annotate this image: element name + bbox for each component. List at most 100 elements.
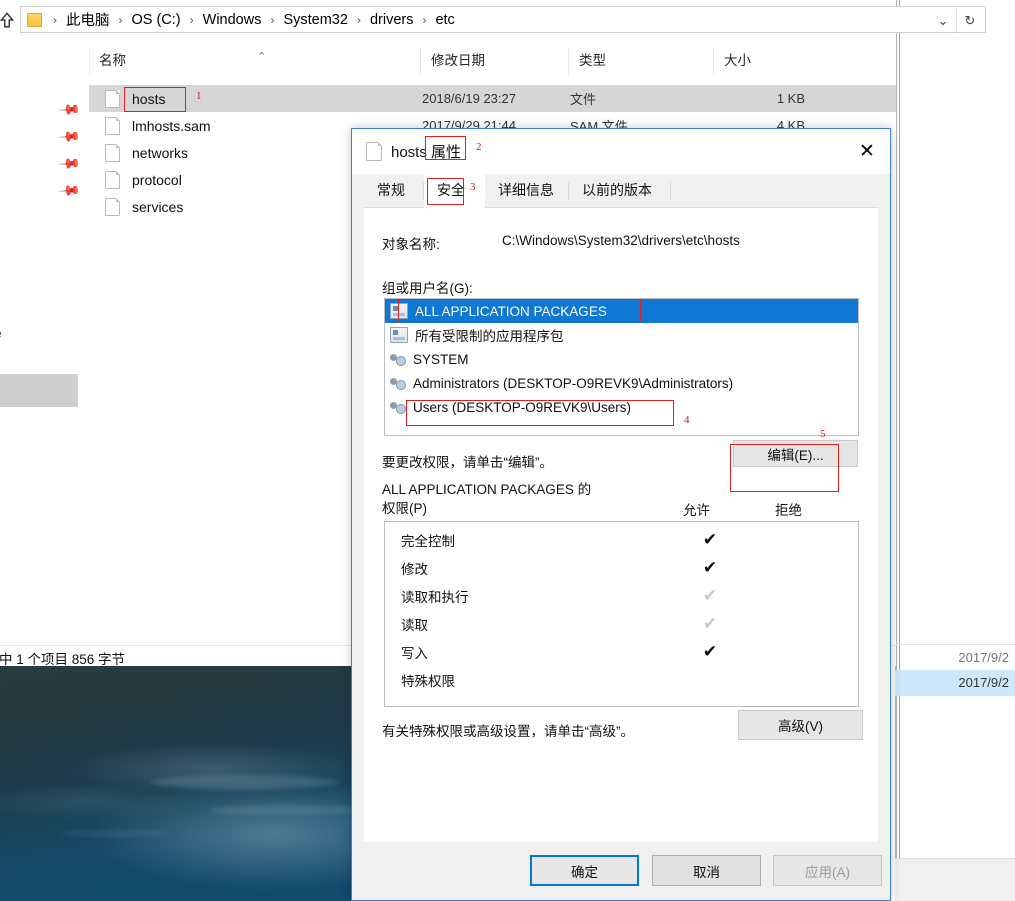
file-size: 1 KB <box>776 91 805 106</box>
permission-name: 读取和执行 <box>401 590 469 605</box>
chevron-down-icon[interactable]: ⌄ <box>930 8 956 33</box>
advanced-button-label: 高级(V) <box>778 719 823 734</box>
allow-check-icon[interactable]: ✔ <box>695 555 725 581</box>
dialog-title-bar: hosts 属性 ✕ <box>352 129 890 174</box>
permission-row[interactable]: 特殊权限 <box>385 666 858 694</box>
nav-item-truncated[interactable]: e <box>0 326 2 341</box>
column-header-allow: 允许 <box>683 503 710 518</box>
table-row[interactable]: hosts 2018/6/19 23:27 文件 1 KB <box>89 85 896 112</box>
close-icon[interactable]: ✕ <box>844 129 890 174</box>
tab-details[interactable]: 详细信息 <box>485 174 569 208</box>
permission-row[interactable]: 读取和执行 ✔ <box>385 582 858 610</box>
tab-label: 详细信息 <box>498 182 554 198</box>
pin-icon[interactable]: 📌 <box>58 179 82 202</box>
file-name: hosts <box>132 90 166 107</box>
breadcrumb-item-2[interactable]: Windows <box>201 7 264 32</box>
address-input[interactable]: › 此电脑 › OS (C:) › Windows › System32 › d… <box>20 6 986 33</box>
allow-check-icon[interactable]: ✔ <box>695 639 725 665</box>
tab-security[interactable]: 安全 <box>424 174 485 208</box>
tab-separator <box>670 182 671 200</box>
users-icon <box>390 352 406 366</box>
background-list-row[interactable]: 2017/9/2 <box>895 645 1015 670</box>
tab-general[interactable]: 常规 <box>364 174 424 208</box>
background-list-row-selected[interactable]: 2017/9/2 <box>895 670 1015 696</box>
pin-icon[interactable]: 📌 <box>58 152 82 175</box>
permissions-listbox[interactable]: 完全控制 ✔ 修改 ✔ 读取和执行 ✔ 读取 ✔ 写入 ✔ 特殊权限 <box>384 521 859 707</box>
allow-check-icon[interactable]: ✔ <box>695 583 725 609</box>
address-bar: › 此电脑 › OS (C:) › Windows › System32 › d… <box>0 0 986 40</box>
properties-dialog: hosts 属性 ✕ 常规 安全 详细信息 以前的版本 对象名称: C:\Win… <box>351 128 891 901</box>
breadcrumb-separator: › <box>356 12 361 27</box>
list-item-label: Administrators (DESKTOP-O9REVK9\Administ… <box>413 375 734 391</box>
list-item[interactable]: 所有受限制的应用程序包 <box>385 323 858 347</box>
allow-check-icon[interactable]: ✔ <box>695 611 725 637</box>
background-explorer-window[interactable]: 2017/9/2 2017/9/2 <box>895 0 1015 901</box>
apply-button-label: 应用(A) <box>805 864 850 880</box>
column-header-type[interactable]: 类型 <box>568 47 713 75</box>
file-icon <box>105 143 120 162</box>
list-item-label: 所有受限制的应用程序包 <box>415 329 564 344</box>
permission-row[interactable]: 写入 ✔ <box>385 638 858 666</box>
navigation-pane: 📌 📌 📌 📌 e <box>0 47 90 665</box>
ok-button-label: 确定 <box>571 864 598 880</box>
column-header-name[interactable]: 名称 <box>89 47 420 75</box>
group-or-user-label: 组或用户名(G): <box>382 281 473 296</box>
permission-name: 读取 <box>401 618 428 633</box>
column-header-row: 名称 ⌃ 修改日期 类型 大小 <box>89 47 896 76</box>
list-item-label: Users (DESKTOP-O9REVK9\Users) <box>413 399 632 415</box>
file-icon <box>105 89 120 108</box>
tab-label: 以前的版本 <box>582 182 652 198</box>
permission-name: 写入 <box>401 646 428 661</box>
list-item[interactable]: ALL APPLICATION PACKAGES <box>385 299 858 323</box>
pin-icon[interactable]: 📌 <box>58 98 82 121</box>
column-header-deny: 拒绝 <box>775 503 802 518</box>
edit-button-label: 编辑(E)... <box>767 447 824 463</box>
list-item-label: ALL APPLICATION PACKAGES <box>415 303 607 319</box>
users-icon <box>390 376 406 390</box>
permission-name: 完全控制 <box>401 534 455 549</box>
file-icon <box>105 197 120 216</box>
security-tab-panel: 对象名称: C:\Windows\System32\drivers\etc\ho… <box>364 208 878 842</box>
file-type: 文件 <box>570 92 597 107</box>
sort-ascending-icon: ⌃ <box>257 51 267 63</box>
breadcrumb-item-3[interactable]: System32 <box>281 7 349 32</box>
breadcrumb-item-1[interactable]: OS (C:) <box>130 7 183 32</box>
list-item[interactable]: Users (DESKTOP-O9REVK9\Users) <box>385 395 858 419</box>
allow-check-icon[interactable]: ✔ <box>695 527 725 553</box>
tab-label: 安全 <box>437 182 465 198</box>
tab-strip: 常规 安全 详细信息 以前的版本 <box>352 174 890 208</box>
breadcrumb-item-5[interactable]: etc <box>433 7 456 32</box>
desktop-wallpaper <box>0 665 360 901</box>
cancel-button[interactable]: 取消 <box>652 855 761 886</box>
up-arrow-icon[interactable] <box>0 11 16 29</box>
list-item[interactable]: Administrators (DESKTOP-O9REVK9\Administ… <box>385 371 858 395</box>
pin-icon[interactable]: 📌 <box>58 125 82 148</box>
file-icon <box>366 142 382 161</box>
object-name-value: C:\Windows\System32\drivers\etc\hosts <box>502 233 740 248</box>
background-window-border <box>899 0 900 901</box>
refresh-icon[interactable]: ↻ <box>956 8 983 33</box>
list-item-label: SYSTEM <box>413 351 469 367</box>
group-user-listbox[interactable]: ALL APPLICATION PACKAGES 所有受限制的应用程序包 SYS… <box>384 298 859 436</box>
wallpaper-streak <box>150 775 340 789</box>
nav-item-selected[interactable] <box>0 374 78 407</box>
ok-button[interactable]: 确定 <box>530 855 639 886</box>
breadcrumb-item-4[interactable]: drivers <box>368 7 416 32</box>
object-name-label: 对象名称: <box>382 237 440 252</box>
permission-row[interactable]: 修改 ✔ <box>385 554 858 582</box>
column-header-size[interactable]: 大小 <box>713 47 813 75</box>
breadcrumb-separator: › <box>270 12 275 27</box>
advanced-button[interactable]: 高级(V) <box>738 710 863 740</box>
edit-button[interactable]: 编辑(E)... <box>733 440 858 467</box>
dialog-footer: 确定 取消 应用(A) <box>352 842 890 900</box>
column-header-date[interactable]: 修改日期 <box>420 47 568 75</box>
permission-row[interactable]: 完全控制 ✔ <box>385 526 858 554</box>
breadcrumb-item-0[interactable]: 此电脑 <box>64 7 112 32</box>
dialog-title: hosts 属性 <box>391 144 462 161</box>
tab-previous-versions[interactable]: 以前的版本 <box>569 174 671 208</box>
permission-name: 特殊权限 <box>401 674 455 689</box>
permission-row[interactable]: 读取 ✔ <box>385 610 858 638</box>
file-icon <box>105 170 120 189</box>
list-item[interactable]: SYSTEM <box>385 347 858 371</box>
change-permission-hint: 要更改权限，请单击“编辑”。 <box>382 455 553 470</box>
